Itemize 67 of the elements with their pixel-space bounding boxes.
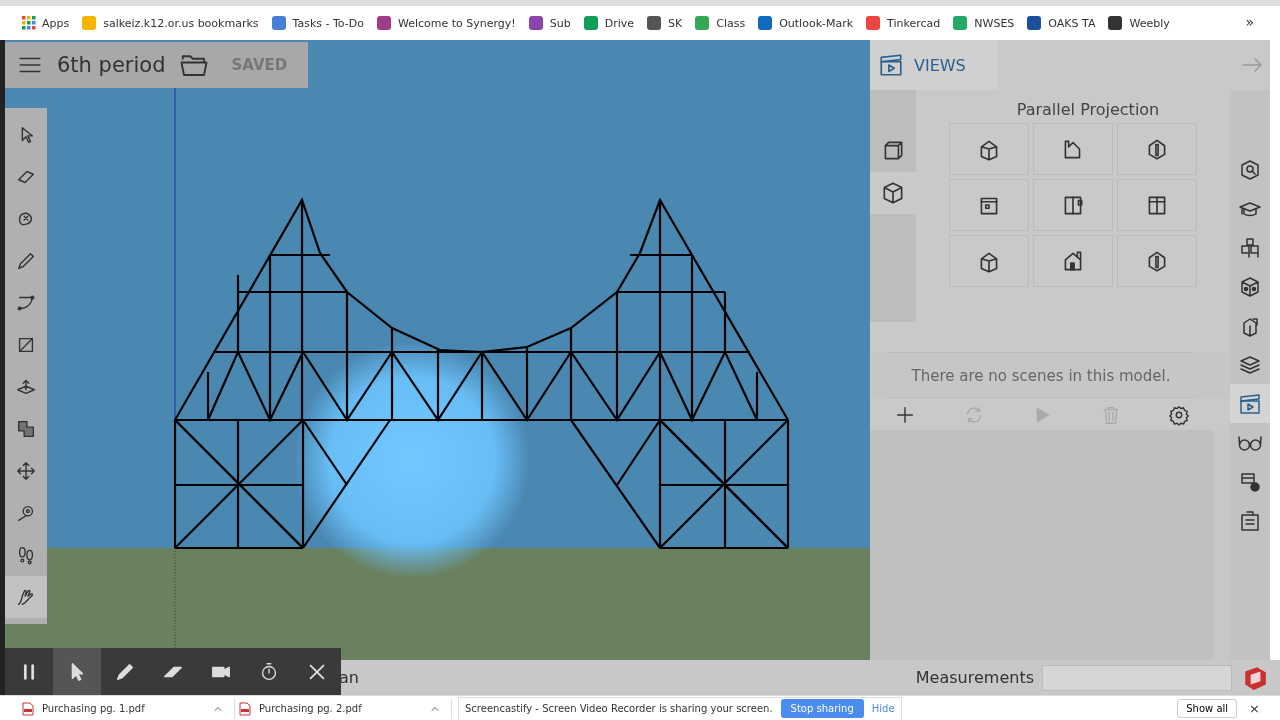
favicon-icon: [582, 15, 599, 31]
standard-view-button[interactable]: [1033, 235, 1113, 287]
clapperboard-icon: [878, 52, 904, 78]
cube-dots-icon: [1238, 274, 1262, 299]
bookmark-link[interactable]: Weebly: [1101, 15, 1176, 31]
bookmark-link[interactable]: Class: [688, 15, 752, 31]
hide-link[interactable]: Hide: [871, 703, 895, 714]
favicon-icon: [81, 15, 98, 31]
pencil-icon: [15, 250, 37, 272]
favicon-icon: [527, 15, 544, 31]
favicon-icon: [375, 15, 392, 31]
bookmark-link[interactable]: NWSES: [946, 15, 1021, 31]
bookmark-link[interactable]: Welcome to Synergy!: [369, 15, 522, 31]
settings-icon: [1168, 404, 1190, 426]
more-bookmarks-button[interactable]: »: [1245, 14, 1254, 30]
clapperboard-icon: [1238, 391, 1262, 416]
bookmark-link[interactable]: Apps: [16, 16, 76, 30]
standard-view-button[interactable]: [1117, 235, 1197, 287]
standard-view-button[interactable]: [1033, 179, 1113, 231]
standard-view-button[interactable]: [949, 179, 1029, 231]
sharing-message: Screencastify - Screen Video Recorder is sharing your screen.: [465, 703, 773, 714]
favicon-icon: [694, 15, 711, 31]
favicon-icon: [270, 15, 287, 31]
download-item[interactable]: Purchasing pg. 2.pdf: [259, 703, 362, 714]
standard-view-button[interactable]: [1117, 123, 1197, 175]
bookmark-link[interactable]: Sub: [521, 15, 577, 31]
pdf-file-icon: [239, 701, 251, 716]
apps-grid-icon: [22, 16, 36, 30]
hand-tool[interactable]: [5, 576, 47, 618]
bookmark-link[interactable]: Tasks - To-Do: [264, 15, 370, 31]
download-item[interactable]: Purchasing pg. 1.pdf: [42, 703, 145, 714]
measurements-label: Measurements: [915, 668, 1034, 687]
move-icon: [15, 460, 37, 482]
favicon-icon: [1107, 15, 1124, 31]
measurements-field[interactable]: [1042, 664, 1232, 691]
pdf-file-icon: [22, 701, 34, 716]
standard-view-button[interactable]: [949, 235, 1029, 287]
arc-icon: [15, 292, 37, 314]
model-title: 6th period: [57, 53, 166, 77]
app-logo-icon: [1242, 664, 1268, 691]
standard-view-button[interactable]: [1117, 179, 1197, 231]
favicon-icon: [1026, 15, 1043, 31]
bookmark-link[interactable]: Tinkercad: [859, 15, 947, 31]
pointer-button[interactable]: [53, 648, 101, 695]
cube-search-icon: [1238, 157, 1262, 182]
plus-button[interactable]: [894, 404, 916, 426]
settings-button[interactable]: [1168, 404, 1190, 426]
bookmark-link[interactable]: SK: [640, 15, 689, 31]
box-list-icon: [1238, 508, 1262, 533]
plus-icon: [894, 404, 916, 426]
standard-view-button[interactable]: [949, 123, 1029, 175]
favicon-icon: [757, 15, 774, 31]
favicon-icon: [646, 15, 662, 31]
show-all-button[interactable]: Show all: [1177, 699, 1238, 718]
favicon-icon: [865, 15, 882, 31]
close-button[interactable]: ×: [1249, 701, 1260, 716]
bookmark-link[interactable]: salkeiz.k12.or.us bookmarks: [75, 15, 265, 31]
view-tab[interactable]: [870, 172, 916, 214]
clapperboard-panel-button[interactable]: [1230, 384, 1270, 423]
offset-icon: [15, 418, 37, 440]
section-heading: Parallel Projection: [1016, 100, 1160, 119]
favicon-icon: [952, 15, 969, 31]
bookmark-link[interactable]: Drive: [576, 15, 640, 31]
panel-title: VIEWS: [914, 55, 966, 75]
bookmark-link[interactable]: Outlook-Mark: [751, 15, 860, 31]
stacked-cubes-icon: [1238, 235, 1262, 260]
bookmark-link[interactable]: OAKS TA: [1020, 15, 1102, 31]
